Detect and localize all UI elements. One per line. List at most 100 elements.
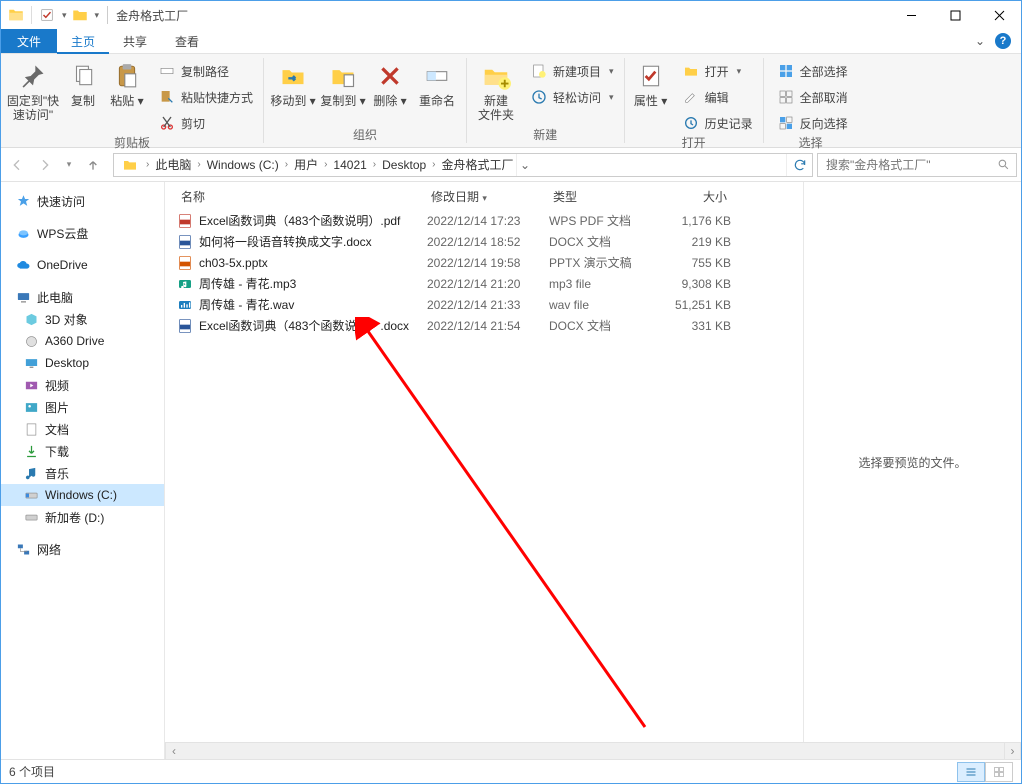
nav-onedrive[interactable]: OneDrive xyxy=(1,254,164,276)
breadcrumb-c[interactable]: Windows (C:) xyxy=(205,158,281,172)
view-details-button[interactable] xyxy=(957,762,985,782)
nav-d-drive[interactable]: 新加卷 (D:) xyxy=(1,506,164,528)
breadcrumb-folder[interactable]: 金舟格式工厂 xyxy=(440,156,516,173)
edit-button[interactable]: 编辑 xyxy=(677,86,759,108)
file-type: PPTX 演示文稿 xyxy=(549,254,667,271)
nav-up-button[interactable] xyxy=(81,153,105,177)
cut-button[interactable]: 剪切 xyxy=(153,112,259,134)
file-date: 2022/12/14 21:54 xyxy=(427,319,549,333)
delete-button[interactable]: 删除 ▾ xyxy=(368,58,412,108)
file-size: 51,251 KB xyxy=(667,298,731,312)
tab-share[interactable]: 共享 xyxy=(109,29,161,53)
view-icons-button[interactable] xyxy=(985,762,1013,782)
file-list[interactable]: 名称 修改日期 ▾ 类型 大小 Excel函数词典（483个函数说明）.pdf2… xyxy=(165,182,803,742)
qat-dropdown-icon[interactable]: ▾ xyxy=(62,10,67,21)
search-input[interactable] xyxy=(824,157,997,173)
scroll-left-button[interactable]: ‹ xyxy=(165,743,182,760)
tab-file[interactable]: 文件 xyxy=(1,29,57,53)
tab-home[interactable]: 主页 xyxy=(57,29,109,53)
file-date: 2022/12/14 19:58 xyxy=(427,256,549,270)
file-row[interactable]: Excel函数词典（483个函数说明）.docx2022/12/14 21:54… xyxy=(165,315,803,336)
pin-quick-access-button[interactable]: 固定到"快 速访问" xyxy=(5,58,61,122)
window-title: 金舟格式工厂 xyxy=(116,7,188,24)
file-name: ch03-5x.pptx xyxy=(199,256,268,270)
file-row[interactable]: 如何将一段语音转换成文字.docx2022/12/14 18:52DOCX 文档… xyxy=(165,231,803,252)
nav-3d-objects[interactable]: 3D 对象 xyxy=(1,308,164,330)
file-row[interactable]: ch03-5x.pptx2022/12/14 19:58PPTX 演示文稿755… xyxy=(165,252,803,273)
nav-a360[interactable]: A360 Drive xyxy=(1,330,164,352)
file-size: 9,308 KB xyxy=(667,277,731,291)
qat-properties-icon[interactable] xyxy=(38,6,56,24)
breadcrumb-uid[interactable]: 14021 xyxy=(331,158,368,172)
maximize-button[interactable] xyxy=(933,1,977,29)
ribbon-group-organize: 组织 xyxy=(264,126,466,147)
navigation-pane[interactable]: 快速访问 WPS云盘 OneDrive 此电脑 3D 对象 A360 Drive… xyxy=(1,182,165,759)
new-item-button[interactable]: 新建项目▾ xyxy=(525,60,620,82)
nav-desktop[interactable]: Desktop xyxy=(1,352,164,374)
file-date: 2022/12/14 21:20 xyxy=(427,277,549,291)
file-type: DOCX 文档 xyxy=(549,233,667,250)
nav-this-pc[interactable]: 此电脑 xyxy=(1,286,164,308)
sort-indicator-icon[interactable]: ▾ xyxy=(482,193,487,203)
ribbon-collapse-icon[interactable]: ⌄ xyxy=(975,34,985,48)
easy-access-button[interactable]: 轻松访问▾ xyxy=(525,86,620,108)
nav-downloads[interactable]: 下载 xyxy=(1,440,164,462)
nav-videos[interactable]: 视频 xyxy=(1,374,164,396)
nav-c-drive[interactable]: Windows (C:) xyxy=(1,484,164,506)
breadcrumb[interactable]: › 此电脑› Windows (C:)› 用户› 14021› Desktop›… xyxy=(113,153,813,177)
file-name: 如何将一段语音转换成文字.docx xyxy=(199,233,372,250)
navigation-bar: ▾ › 此电脑› Windows (C:)› 用户› 14021› Deskto… xyxy=(1,148,1021,182)
breadcrumb-dropdown[interactable]: ⌄ xyxy=(516,154,534,176)
file-type-icon xyxy=(177,318,193,334)
ribbon: 固定到"快 速访问" 复制 粘贴 ▾ 复制路径 粘贴快捷方式 剪切 剪贴板 xyxy=(1,54,1021,148)
item-count: 6 个项目 xyxy=(9,763,55,780)
file-date: 2022/12/14 17:23 xyxy=(427,214,549,228)
paste-shortcut-button[interactable]: 粘贴快捷方式 xyxy=(153,86,259,108)
file-row[interactable]: Excel函数词典（483个函数说明）.pdf2022/12/14 17:23W… xyxy=(165,210,803,231)
move-to-button[interactable]: 移动到 ▾ xyxy=(268,58,318,108)
nav-network[interactable]: 网络 xyxy=(1,538,164,560)
nav-back-button[interactable] xyxy=(5,153,29,177)
nav-pictures[interactable]: 图片 xyxy=(1,396,164,418)
close-button[interactable] xyxy=(977,1,1021,29)
nav-recent-dropdown[interactable]: ▾ xyxy=(61,153,77,177)
copy-button[interactable]: 复制 xyxy=(61,58,105,108)
file-row[interactable]: 周传雄 - 青花.mp32022/12/14 21:20mp3 file9,30… xyxy=(165,273,803,294)
tab-view[interactable]: 查看 xyxy=(161,29,213,53)
invert-selection-button[interactable]: 反向选择 xyxy=(772,112,854,134)
nav-forward-button[interactable] xyxy=(33,153,57,177)
breadcrumb-desktop[interactable]: Desktop xyxy=(380,158,428,172)
qat-customize-icon[interactable]: ▾ xyxy=(95,10,100,21)
search-box[interactable] xyxy=(817,153,1017,177)
nav-documents[interactable]: 文档 xyxy=(1,418,164,440)
ribbon-group-new: 新建 xyxy=(467,126,624,147)
breadcrumb-pc[interactable]: 此电脑 xyxy=(153,156,193,173)
status-bar: 6 个项目 xyxy=(1,759,1021,783)
paste-button[interactable]: 粘贴 ▾ xyxy=(105,58,149,108)
select-none-button[interactable]: 全部取消 xyxy=(772,86,854,108)
qat-newfolder-icon[interactable] xyxy=(71,6,89,24)
copy-path-button[interactable]: 复制路径 xyxy=(153,60,259,82)
refresh-button[interactable] xyxy=(786,154,812,176)
scroll-right-button[interactable]: › xyxy=(1004,743,1021,760)
new-folder-button[interactable]: 新建 文件夹 xyxy=(471,58,521,122)
copy-to-button[interactable]: 复制到 ▾ xyxy=(318,58,368,108)
horizontal-scrollbar[interactable]: ‹ › xyxy=(165,742,1021,759)
file-size: 1,176 KB xyxy=(667,214,731,228)
nav-wps[interactable]: WPS云盘 xyxy=(1,222,164,244)
help-icon[interactable]: ? xyxy=(995,33,1011,49)
file-type: WPS PDF 文档 xyxy=(549,212,667,229)
nav-music[interactable]: 音乐 xyxy=(1,462,164,484)
file-row[interactable]: 周传雄 - 青花.wav2022/12/14 21:33wav file51,2… xyxy=(165,294,803,315)
history-button[interactable]: 历史记录 xyxy=(677,112,759,134)
breadcrumb-users[interactable]: 用户 xyxy=(292,156,320,173)
open-button[interactable]: 打开▾ xyxy=(677,60,759,82)
properties-button[interactable]: 属性 ▾ xyxy=(629,58,673,108)
search-icon[interactable] xyxy=(997,158,1010,171)
rename-button[interactable]: 重命名 xyxy=(412,58,462,108)
nav-quick-access[interactable]: 快速访问 xyxy=(1,190,164,212)
file-size: 331 KB xyxy=(667,319,731,333)
minimize-button[interactable] xyxy=(889,1,933,29)
column-headers[interactable]: 名称 修改日期 ▾ 类型 大小 xyxy=(165,182,803,210)
select-all-button[interactable]: 全部选择 xyxy=(772,60,854,82)
